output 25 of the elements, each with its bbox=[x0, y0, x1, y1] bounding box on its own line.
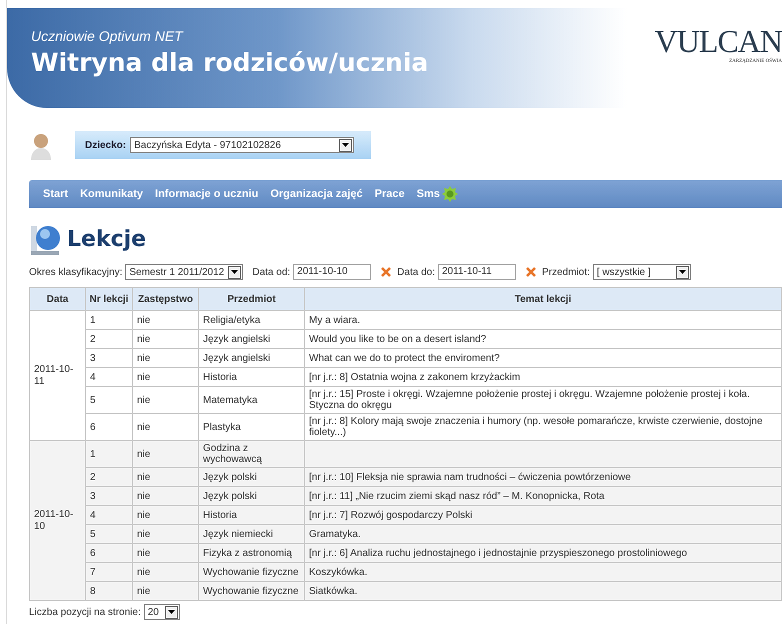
child-dropdown[interactable]: Baczyńska Edyta - 97102102826 bbox=[130, 137, 354, 153]
filter-label: Okres klasyfikacyjny: bbox=[29, 266, 122, 280]
page-size-label: Liczba pozycji na stronie: bbox=[29, 606, 141, 620]
table-cell: 8 bbox=[86, 582, 132, 600]
column-header: Data bbox=[30, 288, 86, 310]
filter-label: Przedmiot: bbox=[542, 266, 590, 280]
table-cell: Siatkówka. bbox=[304, 582, 782, 600]
banner-subtitle: Uczniowie Optivum NET bbox=[31, 27, 183, 46]
date-from-field[interactable]: 2011-10-10 bbox=[293, 264, 372, 280]
subject-dropdown[interactable]: [ wszystkie ] bbox=[592, 264, 691, 280]
column-header: Przedmiot bbox=[198, 288, 304, 310]
banner-title: Witryna dla rodziców/ucznia bbox=[31, 47, 428, 79]
period-dropdown[interactable]: Semestr 1 2011/2012 bbox=[125, 264, 244, 280]
clear-icon[interactable] bbox=[381, 267, 392, 277]
table-cell: Wychowanie fizyczne bbox=[198, 582, 304, 600]
clear-icon[interactable] bbox=[526, 267, 536, 277]
filter-label: Data od: bbox=[252, 266, 290, 280]
filter-label: Data do: bbox=[397, 266, 435, 280]
date-to-field[interactable]: 2011-10-11 bbox=[438, 264, 516, 280]
vulcan-logo: VULCAN bbox=[654, 24, 782, 58]
column-header: Temat lekcji bbox=[304, 288, 782, 310]
child-label: Dziecko: bbox=[85, 138, 126, 152]
page-size-dropdown[interactable]: 20 bbox=[144, 604, 180, 620]
table-cell: nie bbox=[132, 582, 198, 600]
page-title: Lekcje bbox=[67, 226, 146, 254]
